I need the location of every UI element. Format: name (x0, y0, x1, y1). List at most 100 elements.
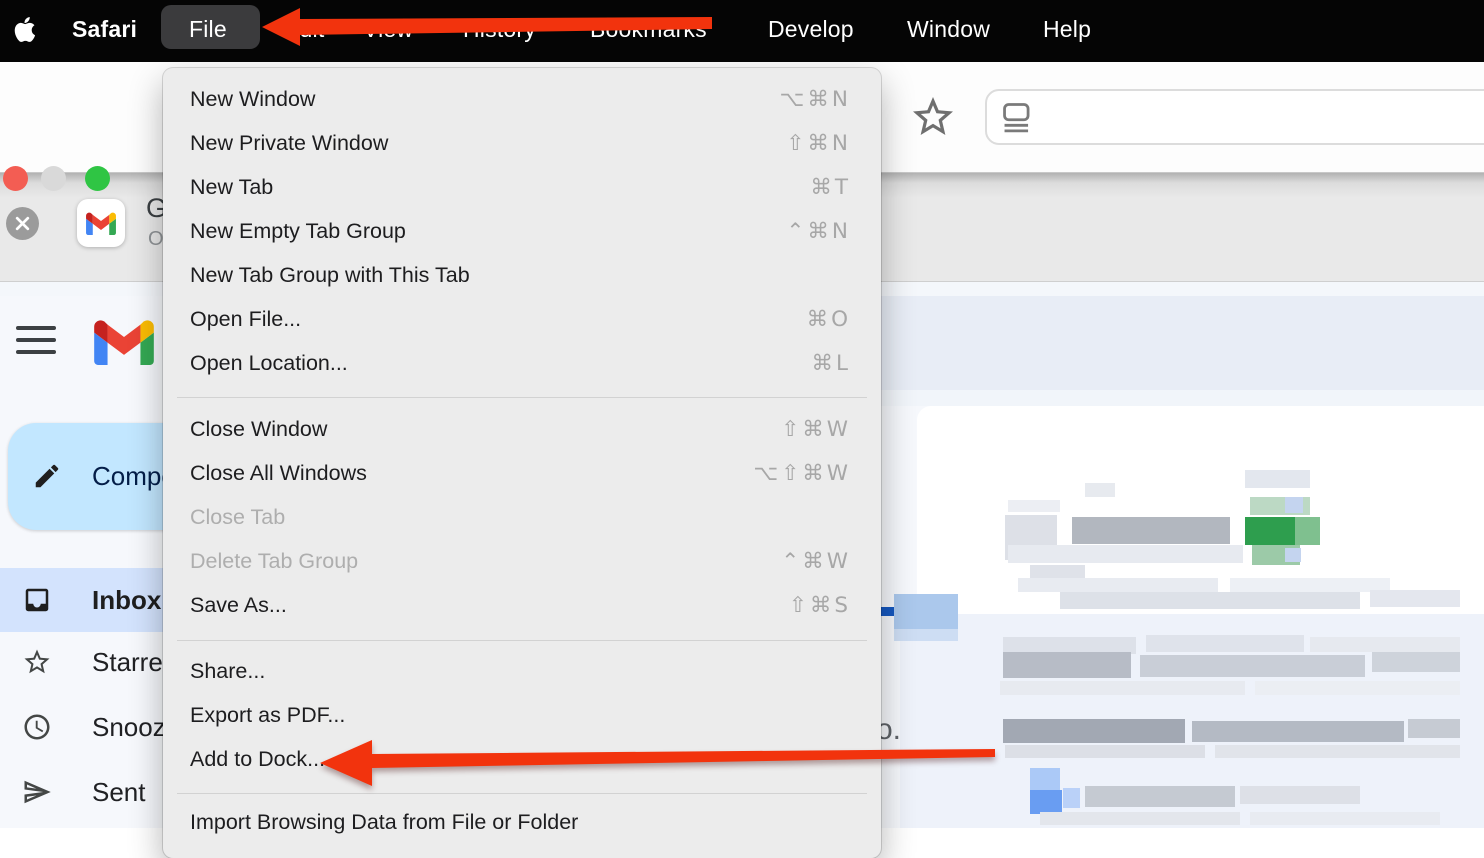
menubar-item-window[interactable]: Window (907, 16, 990, 43)
menu-item-export-as-pdf[interactable]: Export as PDF... (163, 703, 881, 733)
menu-item-label: New Window (190, 87, 315, 112)
blurred-text-block (1215, 745, 1460, 758)
blurred-text-block (1255, 681, 1460, 695)
blurred-text-block (1192, 721, 1404, 742)
sidebar-item-label: Inbox (92, 585, 161, 616)
apple-logo-icon[interactable] (12, 14, 36, 43)
menu-item-label: Open File... (190, 307, 301, 332)
menu-item-shortcut: ⌃⌘W (781, 549, 851, 574)
menu-item-close-tab: Close Tab (163, 505, 881, 535)
blurred-text-block (1370, 590, 1460, 607)
blurred-text-block (1310, 637, 1460, 652)
menu-item-new-empty-tab-group[interactable]: New Empty Tab Group ⌃⌘N (163, 219, 881, 249)
menu-item-label: Close Window (190, 417, 327, 442)
blurred-text-block (1085, 786, 1235, 807)
menu-item-label: Export as PDF... (190, 703, 345, 728)
menu-item-shortcut: ⌥⇧⌘W (753, 461, 851, 486)
menu-item-new-tab[interactable]: New Tab ⌘T (163, 175, 881, 205)
blurred-text-block (1245, 470, 1310, 488)
menubar-item-view[interactable]: View (363, 16, 413, 43)
send-icon (22, 777, 52, 807)
blurred-text-block (1072, 517, 1230, 544)
blurred-text-block (1140, 655, 1365, 677)
zoom-window-button[interactable] (85, 166, 110, 191)
blurred-text-block (1005, 745, 1205, 758)
clock-icon (22, 712, 52, 742)
blurred-blue-block (1030, 790, 1062, 814)
gmail-m-icon (86, 212, 116, 235)
file-dropdown-menu: New Window ⌥⌘N New Private Window ⇧⌘N Ne… (163, 68, 881, 858)
menu-item-label: New Private Window (190, 131, 388, 156)
blurred-text-block (1030, 565, 1085, 579)
star-icon (22, 647, 52, 677)
banner-subtitle: O (148, 228, 164, 251)
blurred-text-block (1250, 812, 1440, 825)
menu-item-label: Close All Windows (190, 461, 367, 486)
gmail-app-icon (77, 199, 125, 247)
menu-item-shortcut: ⌘L (812, 351, 851, 376)
bookmark-star-icon[interactable] (909, 93, 957, 141)
minimize-window-button[interactable] (41, 166, 66, 191)
reader-format-icon[interactable] (999, 99, 1035, 135)
menu-item-shortcut: ⇧⌘W (781, 417, 851, 442)
blurred-text-block (1230, 578, 1390, 592)
menu-item-import-browsing-data[interactable]: Import Browsing Data from File or Folder (163, 810, 881, 840)
blurred-blue-speck (1285, 497, 1303, 513)
banner-close-button[interactable] (6, 207, 39, 240)
menubar-item-help[interactable]: Help (1043, 16, 1091, 43)
menubar-item-bookmarks[interactable]: Bookmarks (590, 16, 707, 43)
menu-item-shortcut: ⇧⌘N (786, 131, 851, 156)
menubar-item-edit[interactable]: Edit (284, 16, 324, 43)
menubar-item-safari[interactable]: Safari (72, 16, 137, 43)
blurred-text-block (1146, 635, 1304, 652)
menu-item-label: Share... (190, 659, 265, 684)
menu-item-save-as[interactable]: Save As... ⇧⌘S (163, 593, 881, 623)
blurred-blue-block (1030, 768, 1060, 790)
menu-item-open-location[interactable]: Open Location... ⌘L (163, 351, 881, 381)
blurred-text-block (1008, 500, 1060, 512)
blurred-blue-speck (1285, 548, 1301, 562)
gmail-logo-icon (94, 319, 154, 365)
blurred-text-block (1000, 681, 1245, 695)
selected-row-highlight (894, 594, 958, 629)
menu-item-label: New Tab Group with This Tab (190, 263, 470, 288)
blurred-text-block (1018, 578, 1218, 592)
menu-item-share[interactable]: Share... (163, 659, 881, 689)
menu-item-label: Open Location... (190, 351, 348, 376)
menu-item-shortcut: ⇧⌘S (789, 593, 851, 618)
menu-item-new-tab-group-with-this-tab[interactable]: New Tab Group with This Tab (163, 263, 881, 293)
menu-item-open-file[interactable]: Open File... ⌘O (163, 307, 881, 337)
menu-separator (177, 793, 867, 794)
blurred-text-block (1240, 786, 1360, 804)
blurred-text-block (1408, 719, 1460, 738)
blurred-text-block (1008, 545, 1243, 563)
menu-item-close-all-windows[interactable]: Close All Windows ⌥⇧⌘W (163, 461, 881, 491)
gmail-main-menu-icon[interactable] (16, 326, 56, 358)
close-window-button[interactable] (3, 166, 28, 191)
pencil-icon (32, 461, 62, 491)
close-icon (14, 215, 31, 232)
blurred-text-block (1040, 812, 1240, 825)
address-bar[interactable] (985, 89, 1484, 145)
menu-item-shortcut: ⌥⌘N (780, 87, 851, 112)
menu-item-label: New Empty Tab Group (190, 219, 406, 244)
menubar-item-develop[interactable]: Develop (768, 16, 854, 43)
blurred-text-block (1060, 592, 1360, 609)
menu-item-label: Add to Dock... (190, 747, 325, 772)
blurred-text-block (1085, 483, 1115, 497)
menu-item-delete-tab-group: Delete Tab Group ⌃⌘W (163, 549, 881, 579)
menu-item-label: Close Tab (190, 505, 285, 530)
menu-item-shortcut: ⌘O (807, 307, 851, 332)
menu-item-close-window[interactable]: Close Window ⇧⌘W (163, 417, 881, 447)
selected-row-highlight (894, 629, 958, 641)
menu-item-new-window[interactable]: New Window ⌥⌘N (163, 87, 881, 117)
blurred-green-block (1295, 517, 1320, 545)
blurred-text-block (1003, 652, 1131, 678)
gmail-logo (94, 319, 154, 370)
menu-item-shortcut: ⌃⌘N (786, 219, 851, 244)
menubar-item-file[interactable]: File (189, 16, 227, 43)
menu-item-add-to-dock[interactable]: Add to Dock... (163, 747, 881, 777)
blurred-text-block (1372, 652, 1460, 672)
menubar-item-history[interactable]: History (463, 16, 536, 43)
menu-item-new-private-window[interactable]: New Private Window ⇧⌘N (163, 131, 881, 161)
